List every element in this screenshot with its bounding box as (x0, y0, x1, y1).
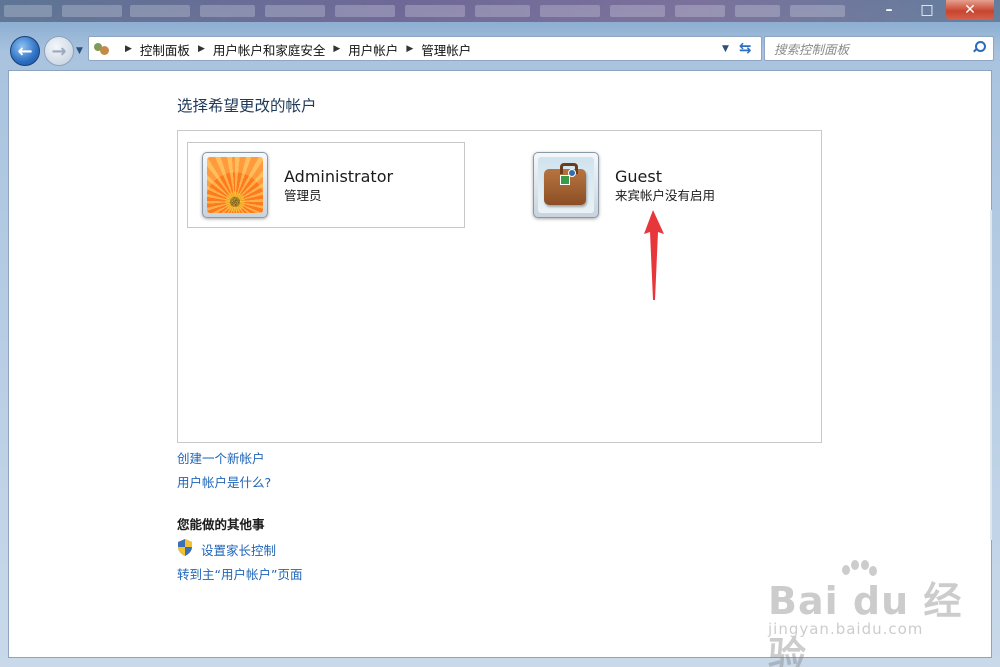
breadcrumb: ▶ 控制面板 ▶ 用户帐户和家庭安全 ▶ 用户帐户 ▶ 管理帐户 (90, 38, 471, 60)
watermark-url: jingyan.baidu.com (768, 620, 924, 638)
parental-controls-link[interactable]: 设置家长控制 (201, 540, 276, 559)
account-role: 管理员 (284, 187, 322, 203)
orange-flower-picture (207, 157, 263, 213)
account-name: Administrator (284, 166, 394, 186)
scrollbar[interactable] (990, 210, 992, 540)
account-role: 来宾帐户没有启用 (615, 187, 716, 203)
account-name: Guest (615, 166, 662, 186)
recent-pages-dropdown-icon[interactable]: ▼ (76, 46, 83, 56)
address-dropdown-icon[interactable]: ▼ (722, 44, 729, 54)
window-controls: – □ ✕ (870, 0, 994, 20)
what-is-account-link[interactable]: 用户帐户是什么? (177, 472, 271, 491)
shield-icon (178, 539, 192, 556)
breadcrumb-user-accounts-family[interactable]: 用户帐户和家庭安全 (213, 40, 326, 59)
chevron-right-icon[interactable]: ▶ (198, 44, 205, 54)
other-tasks-heading: 您能做的其他事 (177, 517, 265, 532)
forward-button[interactable]: → (44, 36, 74, 66)
back-arrow-icon: ← (17, 40, 33, 62)
sticker-decoration (560, 175, 570, 185)
user-accounts-main-link[interactable]: 转到主“用户帐户”页面 (177, 564, 302, 583)
avatar (533, 152, 599, 218)
search-input[interactable] (774, 39, 964, 59)
avatar (202, 152, 268, 218)
annotation-arrow-icon (644, 210, 664, 300)
chevron-right-icon[interactable]: ▶ (333, 44, 340, 54)
back-button[interactable]: ← (10, 36, 40, 66)
taskbar-strip (0, 0, 1000, 22)
close-button[interactable]: ✕ (946, 0, 994, 20)
chevron-right-icon[interactable]: ▶ (406, 44, 413, 54)
account-tile-administrator[interactable]: Administrator 管理员 (187, 142, 465, 228)
breadcrumb-manage-accounts[interactable]: 管理帐户 (421, 40, 471, 59)
watermark-brand: Bai du 经验 (768, 579, 963, 667)
breadcrumb-control-panel[interactable]: 控制面板 (140, 40, 190, 59)
users-icon (93, 41, 111, 57)
search-icon[interactable] (972, 41, 986, 53)
suitcase-picture (538, 157, 594, 213)
breadcrumb-user-accounts[interactable]: 用户帐户 (348, 40, 398, 59)
page-title: 选择希望更改的帐户 (177, 97, 317, 115)
minimize-button[interactable]: – (870, 0, 908, 20)
forward-arrow-icon: → (51, 40, 67, 62)
chevron-right-icon[interactable]: ▶ (125, 44, 132, 54)
refresh-icon[interactable]: ⇆ (739, 39, 752, 57)
create-account-link[interactable]: 创建一个新帐户 (177, 448, 265, 467)
sticker-decoration (568, 169, 576, 177)
baidu-watermark: Bai du 经验 jingyan.baidu.com (768, 560, 968, 667)
maximize-button[interactable]: □ (908, 0, 946, 20)
